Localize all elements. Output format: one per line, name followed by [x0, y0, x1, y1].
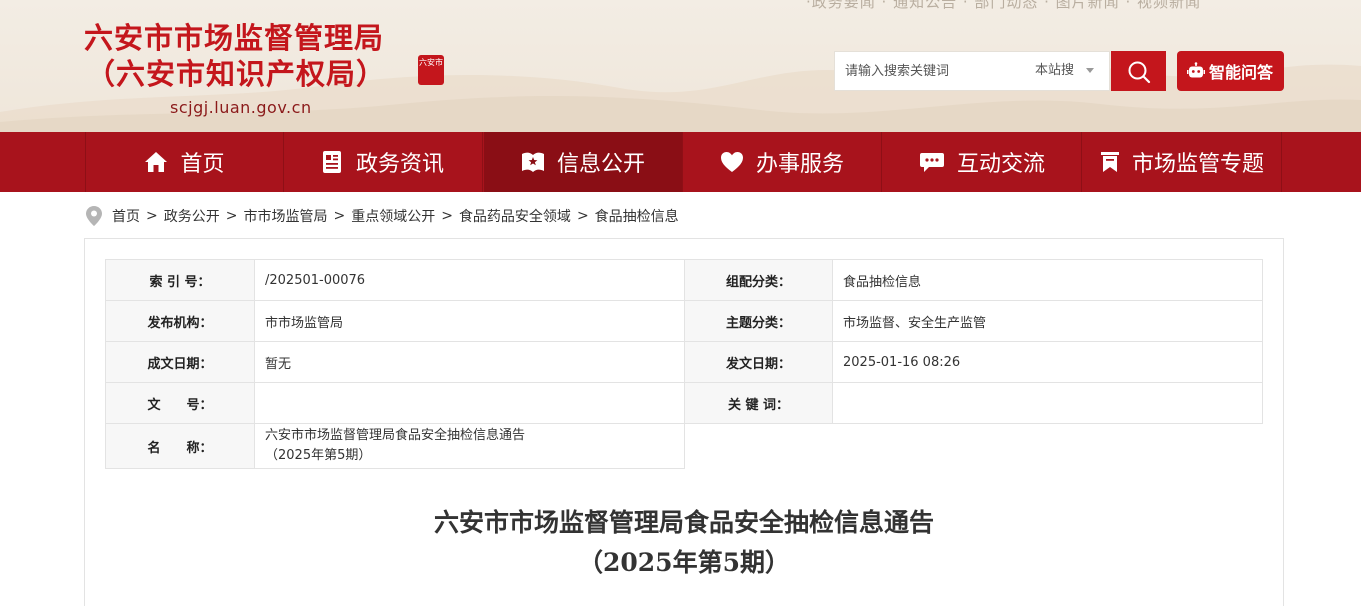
article-title-line1: 六安市市场监督管理局食品安全抽检信息通告 [433, 508, 934, 537]
breadcrumb-separator: > [333, 208, 346, 224]
home-icon [145, 152, 168, 172]
search-scope-label: 本站搜 [1035, 63, 1075, 78]
location-pin-icon [86, 206, 102, 226]
nav-label: 信息公开 [556, 152, 645, 177]
article-title-line2: （2025年第5期） [578, 548, 790, 577]
search-input[interactable] [835, 52, 1025, 90]
document-meta-table: 索 引 号： /202501-00076 组配分类： 食品抽检信息 发布机构： … [105, 259, 1263, 469]
breadcrumb-item-bureau[interactable]: 市市场监管局 [243, 206, 327, 226]
ai-assistant-button[interactable]: 智能问答 [1177, 51, 1284, 91]
seal-logo: 六安市 [418, 55, 444, 85]
site-title-line2: （六安市知识产权局） [86, 57, 387, 91]
bookmark-icon [1100, 152, 1119, 172]
table-row: 索 引 号： /202501-00076 组配分类： 食品抽检信息 [105, 259, 1263, 301]
meta-label: 关 键 词： [684, 382, 833, 424]
meta-label: 发布机构： [105, 300, 255, 342]
main-nav: 首页 政务资讯 信息公开 办事服务 互动交流 市场监管专题 [0, 132, 1361, 192]
nav-label: 政务资讯 [355, 152, 444, 177]
article-title: 六安市市场监督管理局食品安全抽检信息通告 （2025年第5期） [84, 503, 1284, 583]
nav-item-interaction[interactable]: 互动交流 [883, 132, 1082, 192]
table-row: 成文日期： 暂无 发文日期： 2025-01-16 08:26 [105, 341, 1263, 383]
meta-label: 组配分类： [684, 259, 833, 301]
news-icon [322, 151, 341, 173]
top-strip-links[interactable]: ·政务要闻 · 通知公告 · 部门动态 · 图片新闻 · 视频新闻 [806, 0, 1201, 12]
breadcrumb-item-food-drug[interactable]: 食品药品安全领域 [459, 206, 571, 226]
site-header: ·政务要闻 · 通知公告 · 部门动态 · 图片新闻 · 视频新闻 六安市市场监… [0, 0, 1361, 132]
meta-label: 索 引 号： [105, 259, 255, 301]
meta-docno-value [254, 382, 685, 424]
breadcrumb-separator: > [576, 208, 589, 224]
nav-label: 首页 [180, 152, 225, 177]
meta-index-value: /202501-00076 [254, 259, 685, 301]
nav-label: 互动交流 [956, 152, 1045, 177]
table-row: 文 号： 关 键 词： [105, 382, 1263, 424]
nav-item-market-topic[interactable]: 市场监管专题 [1083, 132, 1282, 192]
breadcrumb-item-food-sampling[interactable]: 食品抽检信息 [595, 206, 679, 226]
site-url: scjgj.luan.gov.cn [170, 98, 312, 117]
nav-item-news[interactable]: 政务资讯 [284, 132, 483, 192]
breadcrumb-separator: > [441, 208, 453, 224]
meta-label: 文 号： [105, 382, 255, 424]
meta-keywords-value [832, 382, 1263, 424]
meta-category-value: 食品抽检信息 [832, 259, 1263, 301]
heart-icon [720, 152, 743, 172]
chevron-down-icon [1086, 68, 1095, 73]
nav-label: 办事服务 [755, 152, 844, 177]
breadcrumb-item-key-areas[interactable]: 重点领域公开 [351, 206, 435, 226]
meta-label: 发文日期： [684, 341, 833, 383]
meta-name-line1: 六安市市场监督管理局食品安全抽检信息通告 [265, 428, 526, 443]
breadcrumb-separator: > [225, 208, 238, 224]
breadcrumb: 首页 > 政务公开 > 市市场监管局 > 重点领域公开 > 食品药品安全领域 >… [86, 205, 679, 227]
search-scope-select[interactable]: 本站搜 [1035, 52, 1095, 90]
search-button[interactable] [1111, 51, 1166, 91]
meta-label: 成文日期： [105, 341, 255, 383]
meta-empty-cell [684, 423, 1263, 469]
nav-label: 市场监管专题 [1131, 152, 1264, 177]
meta-issued-value: 2025-01-16 08:26 [832, 341, 1263, 383]
nav-item-home[interactable]: 首页 [85, 132, 284, 192]
meta-publisher-value: 市市场监管局 [254, 300, 685, 342]
ai-assistant-label: 智能问答 [1209, 63, 1274, 82]
meta-name-line2: （2025年第5期） [265, 448, 372, 463]
breadcrumb-item-gov-open[interactable]: 政务公开 [164, 206, 220, 226]
nav-item-services[interactable]: 办事服务 [683, 132, 882, 192]
search-box: 本站搜 [834, 51, 1110, 91]
breadcrumb-separator: > [146, 208, 158, 224]
open-info-icon [521, 152, 544, 172]
robot-icon [1187, 62, 1205, 78]
search-icon [1128, 61, 1151, 84]
site-title-line1: 六安市市场监督管理局 [84, 21, 385, 55]
meta-label: 主题分类： [684, 300, 833, 342]
table-row: 名 称： 六安市市场监督管理局食品安全抽检信息通告 （2025年第5期） [105, 423, 1263, 469]
table-row: 发布机构： 市市场监管局 主题分类： 市场监督、安全生产监管 [105, 300, 1263, 342]
meta-label: 名 称： [105, 423, 255, 469]
meta-name-value: 六安市市场监督管理局食品安全抽检信息通告 （2025年第5期） [254, 423, 685, 469]
meta-created-value: 暂无 [254, 341, 685, 383]
meta-topic-value: 市场监督、安全生产监管 [832, 300, 1263, 342]
breadcrumb-item-home[interactable]: 首页 [112, 206, 140, 226]
nav-item-open-info[interactable]: 信息公开 [484, 132, 683, 192]
site-title[interactable]: 六安市市场监督管理局 （六安市知识产权局） [84, 20, 386, 92]
chat-icon [919, 153, 944, 172]
